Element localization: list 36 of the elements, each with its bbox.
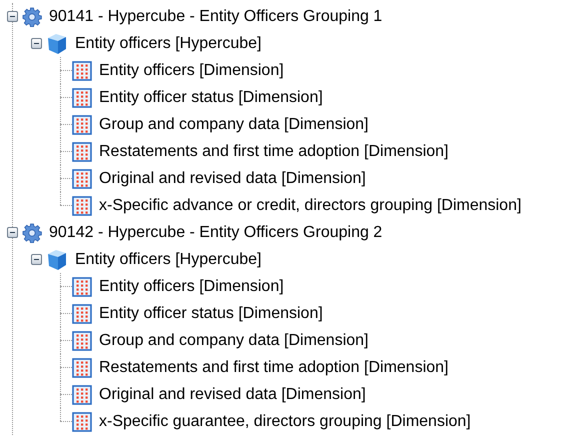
tree-item-label[interactable]: x-Specific guarantee, directors grouping [Dimension] (99, 412, 471, 430)
tree-item-label[interactable]: Original and revised data [Dimension] (99, 170, 366, 188)
tree-item-label[interactable]: Entity officers [Dimension] (99, 278, 284, 296)
grid-icon (72, 358, 92, 378)
grid-icon (72, 142, 92, 162)
collapse-toggle[interactable] (7, 227, 18, 238)
cube-icon (46, 32, 68, 54)
grid-icon (72, 168, 92, 188)
grid-icon (72, 60, 92, 80)
tree-item-label[interactable]: Entity officer status [Dimension] (99, 304, 323, 322)
grid-icon (72, 330, 92, 350)
tree-item-label[interactable]: x-Specific advance or credit, directors grouping [Dimension] (99, 196, 522, 214)
grid-icon (72, 114, 92, 134)
grid-icon (72, 276, 92, 296)
tree-item-label[interactable]: Entity officer status [Dimension] (99, 88, 323, 106)
grid-icon (72, 384, 92, 404)
grid-icon (72, 412, 92, 432)
tree-item-label[interactable]: Original and revised data [Dimension] (99, 386, 366, 404)
gear-icon (22, 222, 42, 242)
tree-item-label[interactable]: Group and company data [Dimension] (99, 116, 368, 134)
gear-icon (22, 6, 42, 26)
tree-item-label[interactable]: 90142 - Hypercube - Entity Officers Grouping 2 (49, 224, 382, 242)
tree-item-label[interactable]: Entity officers [Hypercube] (75, 34, 262, 52)
tree-item-label[interactable]: 90141 - Hypercube - Entity Officers Grouping 1 (49, 8, 382, 26)
tree-item-label[interactable]: Restatements and first time adoption [Dimension] (99, 358, 448, 376)
tree-item-label[interactable]: Entity officers [Hypercube] (75, 250, 262, 268)
collapse-toggle[interactable] (31, 254, 42, 265)
collapse-toggle[interactable] (31, 38, 42, 49)
grid-icon (72, 196, 92, 216)
grid-icon (72, 304, 92, 324)
tree-item-label[interactable]: Group and company data [Dimension] (99, 332, 368, 350)
cube-icon (46, 248, 68, 270)
tree-item-label[interactable]: Entity officers [Dimension] (99, 62, 284, 80)
collapse-toggle[interactable] (7, 11, 18, 22)
grid-icon (72, 88, 92, 108)
tree-item-label[interactable]: Restatements and first time adoption [Dimension] (99, 142, 448, 160)
